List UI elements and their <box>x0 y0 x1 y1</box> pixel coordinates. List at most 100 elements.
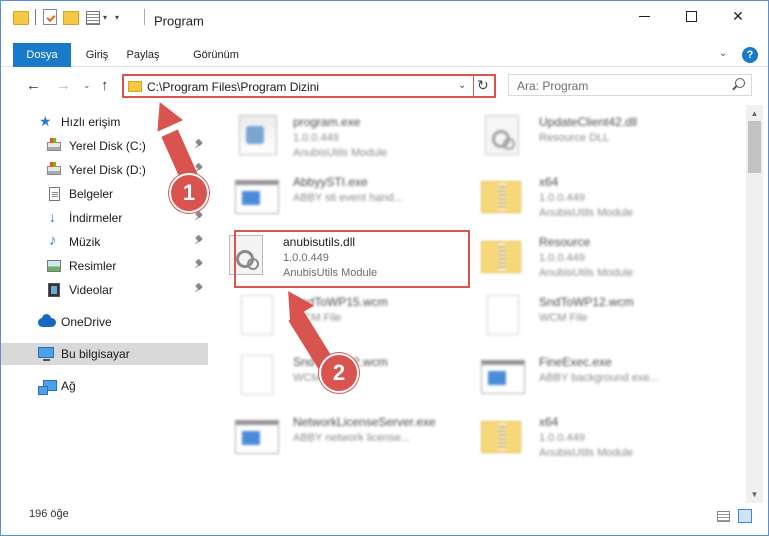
tab-home[interactable]: Giriş <box>84 43 110 67</box>
folder-icon[interactable] <box>13 11 29 25</box>
vertical-scrollbar[interactable]: ▲ ▼ <box>746 105 763 503</box>
document-icon <box>49 187 60 201</box>
file-name: SndToWP12.wcm <box>539 295 634 309</box>
help-icon[interactable]: ? <box>742 47 758 63</box>
pin-icon[interactable] <box>195 236 203 246</box>
address-bar[interactable]: C:\Program Files\Program Dizini ⌄ ↻ <box>122 74 496 98</box>
blank-file-icon <box>487 295 519 335</box>
minimize-button[interactable] <box>621 1 667 31</box>
sidebar-item-label: Resimler <box>69 259 117 273</box>
close-button[interactable]: ✕ <box>715 1 761 31</box>
scroll-down-icon[interactable]: ▼ <box>746 486 763 503</box>
maximize-button[interactable] <box>668 1 714 31</box>
pin-icon[interactable] <box>195 140 203 150</box>
address-dropdown-button[interactable]: ⌄ <box>458 80 466 91</box>
file-item[interactable]: SndToWP12.wcm WCM File <box>457 289 697 345</box>
file-item[interactable]: NetworkLicenseServer.exe ABBY network li… <box>211 409 451 465</box>
file-name: Resource <box>539 235 591 249</box>
network-icon <box>38 380 57 395</box>
file-name: FineExec.exe <box>539 355 612 369</box>
file-version: 1.0.0.449 <box>539 252 585 264</box>
expand-ribbon-icon[interactable]: ⌄ <box>719 48 727 59</box>
highlight-box <box>234 230 470 288</box>
sidebar-item-videos[interactable]: Videolar <box>1 279 208 301</box>
step-badge-2: 2 <box>319 353 359 393</box>
star-icon: ★ <box>39 113 52 129</box>
drive-icon <box>47 162 61 175</box>
file-version: ABBY network license... <box>293 432 411 444</box>
file-name: program.exe <box>293 115 361 129</box>
gear-file-icon <box>485 115 519 155</box>
file-description: AnubisUtils Module <box>539 267 634 279</box>
file-version: ABBY sti event hand... <box>293 192 403 204</box>
scrollbar-thumb[interactable] <box>748 121 761 173</box>
customize-quick-access-icon[interactable]: ▾ <box>115 13 119 31</box>
zip-folder-icon <box>481 181 521 213</box>
forward-button[interactable]: → <box>56 77 71 94</box>
search-icon[interactable] <box>735 78 745 88</box>
sidebar-item-pictures[interactable]: Resimler <box>1 255 208 277</box>
window-title: Program <box>154 13 204 29</box>
search-input[interactable]: Ara: Program <box>508 74 752 96</box>
sidebar-item-label: Yerel Disk (D:) <box>69 163 146 177</box>
recent-locations-button[interactable]: ⌄ <box>83 80 91 91</box>
toolbar-divider <box>144 9 145 25</box>
item-count: 196 öğe <box>29 508 69 520</box>
sidebar-item-downloads[interactable]: ↓ İndirmeler <box>1 207 208 229</box>
details-view-icon[interactable] <box>717 511 730 522</box>
explorer-window: ▾ ▾ Program ✕ Dosya Giriş Paylaş Görünüm… <box>0 0 769 536</box>
file-item[interactable]: FineExec.exe ABBY background exe... <box>457 349 697 405</box>
properties-check-icon[interactable] <box>43 9 57 25</box>
file-name: x64 <box>539 175 559 189</box>
scroll-up-icon[interactable]: ▲ <box>746 105 763 122</box>
sidebar-item-onedrive[interactable]: OneDrive <box>1 311 208 333</box>
back-button[interactable]: ← <box>26 77 41 94</box>
file-name: x64 <box>539 415 559 429</box>
sidebar-item-label: Ağ <box>61 379 76 393</box>
sidebar-item-label: Bu bilgisayar <box>61 347 130 361</box>
tab-view[interactable]: Görünüm <box>185 43 247 67</box>
chevron-down-icon[interactable]: ▾ <box>103 13 107 31</box>
large-icons-view-icon[interactable] <box>738 509 752 523</box>
file-item[interactable]: Resource 1.0.0.449 AnubisUtils Module <box>457 229 697 285</box>
program-icon <box>239 115 277 155</box>
file-version: Resource DLL <box>539 132 610 144</box>
file-version: ABBY background exe... <box>539 372 659 384</box>
pin-icon[interactable] <box>195 284 203 294</box>
sidebar-item-network[interactable]: Ağ <box>1 375 208 397</box>
file-item[interactable]: SndToWP15.wcm WCM File <box>211 289 451 345</box>
refresh-button[interactable]: ↻ <box>477 77 489 94</box>
sidebar-item-label: İndirmeler <box>69 211 123 225</box>
pin-icon[interactable] <box>195 260 203 270</box>
file-item[interactable]: x64 1.0.0.449 AnubisUtils Module <box>457 169 697 225</box>
exe-icon <box>235 420 279 454</box>
file-name: NetworkLicenseServer.exe <box>293 415 436 429</box>
blank-file-icon <box>241 355 273 395</box>
address-divider <box>473 76 474 96</box>
file-item[interactable]: program.exe 1.0.0.449 AnubisUtils Module <box>211 109 451 165</box>
title-bar: ▾ ▾ Program ✕ <box>1 1 768 33</box>
file-item[interactable]: x64 1.0.0.449 AnubisUtils Module <box>457 409 697 465</box>
sidebar-item-label: OneDrive <box>61 315 112 329</box>
tab-share[interactable]: Paylaş <box>118 43 168 67</box>
sidebar-item-music[interactable]: ♪ Müzik <box>1 231 208 253</box>
sidebar-item-this-pc[interactable]: Bu bilgisayar <box>1 343 208 365</box>
video-icon <box>48 283 60 297</box>
up-button[interactable]: ↑ <box>101 77 109 94</box>
file-name: UpdateClient42.dll <box>539 115 638 129</box>
exe-icon <box>481 360 525 394</box>
tab-file[interactable]: Dosya <box>13 43 71 67</box>
pin-icon[interactable] <box>195 212 203 222</box>
address-path[interactable]: C:\Program Files\Program Dizini <box>147 80 319 94</box>
file-item[interactable]: AbbyySTI.exe ABBY sti event hand... <box>211 169 451 225</box>
onedrive-icon <box>38 314 56 327</box>
pictures-icon <box>47 260 61 272</box>
computer-icon <box>38 347 54 361</box>
new-folder-icon[interactable] <box>63 11 79 25</box>
file-version: 1.0.0.449 <box>539 432 585 444</box>
rename-icon[interactable] <box>86 11 100 25</box>
download-icon: ↓ <box>49 209 56 225</box>
music-icon: ♪ <box>49 232 57 249</box>
file-item[interactable]: UpdateClient42.dll Resource DLL <box>457 109 697 165</box>
sidebar-item-label: Yerel Disk (C:) <box>69 139 146 153</box>
